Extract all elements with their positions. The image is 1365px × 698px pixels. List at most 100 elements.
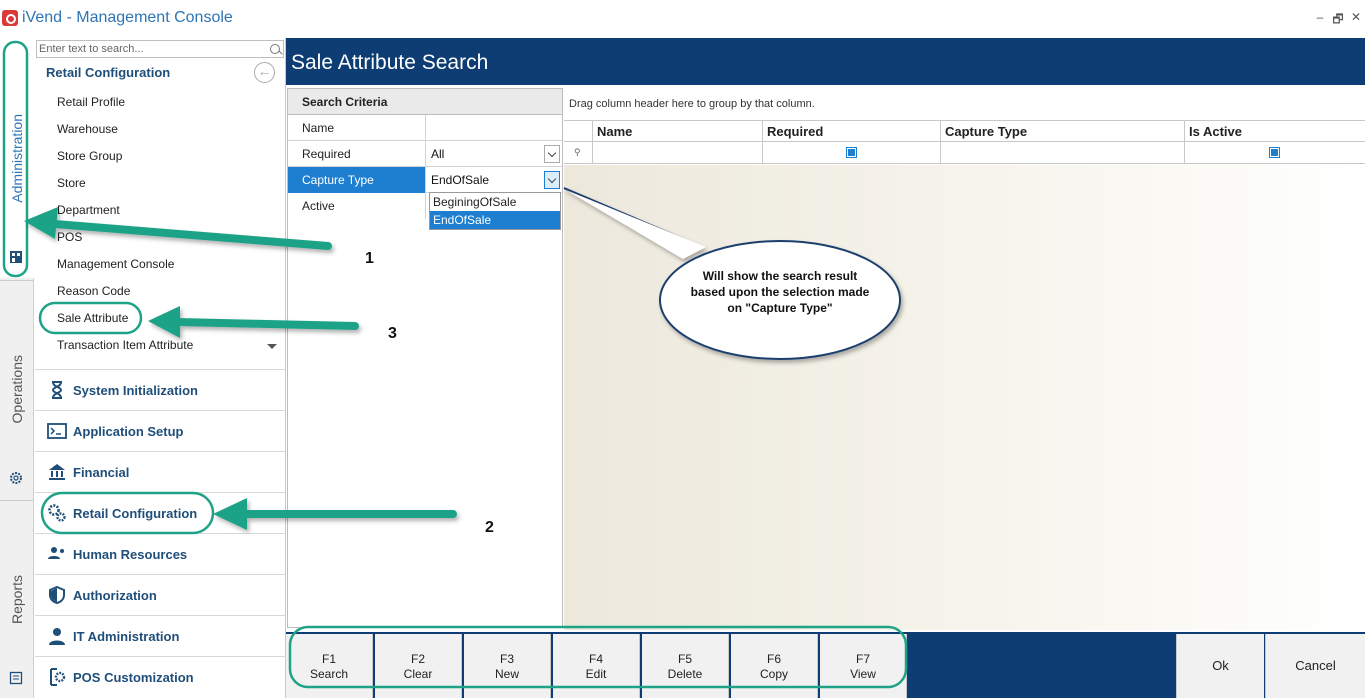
chevron-down-icon[interactable] <box>267 344 277 349</box>
function-key: F4 <box>588 652 603 666</box>
filter-cell-name[interactable] <box>592 142 762 163</box>
nav-group-title: Retail Configuration <box>46 65 171 80</box>
nav-section-label: Application Setup <box>73 423 184 439</box>
nav-search-box <box>36 40 284 58</box>
copy-button[interactable]: F6 Copy <box>731 634 818 698</box>
app-logo-icon <box>2 10 18 26</box>
grid-filter-row: ⚲ <box>564 142 1365 164</box>
filter-cell-capture-type[interactable] <box>940 142 1184 163</box>
close-icon[interactable]: ✕ <box>1349 10 1363 24</box>
dropdown-option-endofsale[interactable]: EndOfSale <box>430 211 560 229</box>
nav-section-system-initialization[interactable]: System Initialization <box>35 369 286 410</box>
column-header-is-active[interactable]: Is Active <box>1184 121 1365 142</box>
criteria-label: Required <box>288 141 426 167</box>
function-label: View <box>850 667 876 681</box>
edit-button[interactable]: F4 Edit <box>553 634 640 698</box>
page-header: Sale Attribute Search <box>286 38 1365 85</box>
nav-item-store[interactable]: Store <box>57 172 86 194</box>
step-number-1: 1 <box>365 250 374 267</box>
tab-operations-label: Operations <box>9 355 25 424</box>
people-icon <box>48 547 64 559</box>
column-header-capture-type[interactable]: Capture Type <box>940 121 1184 142</box>
nav-item-department[interactable]: Department <box>57 199 120 221</box>
nav-item-sale-attribute[interactable]: Sale Attribute <box>57 307 128 329</box>
nav-section-it-administration[interactable]: IT Administration <box>35 615 286 656</box>
column-header-label: Required <box>767 124 824 139</box>
view-button[interactable]: F7 View <box>820 634 907 698</box>
nav-item-store-group[interactable]: Store Group <box>57 145 122 167</box>
title-bar: iVend - Management Console – 🗗 ✕ <box>0 0 1365 38</box>
filter-cell-is-active[interactable] <box>1184 142 1365 163</box>
capture-type-dropdown-list: BeginingOfSale EndOfSale <box>429 192 561 230</box>
column-header-label: Capture Type <box>945 124 1028 139</box>
nav-section-label: POS Customization <box>73 669 194 685</box>
function-label: Copy <box>759 667 788 681</box>
function-label: New <box>494 667 519 681</box>
required-select[interactable]: All <box>427 141 562 167</box>
name-field[interactable] <box>427 115 562 141</box>
ok-button[interactable]: Ok <box>1176 634 1264 698</box>
criteria-label: Active <box>288 193 426 219</box>
nav-section-application-setup[interactable]: Application Setup <box>35 410 286 451</box>
new-button[interactable]: F3 New <box>464 634 551 698</box>
search-criteria-title: Search Criteria <box>288 89 562 115</box>
minimize-icon[interactable]: – <box>1313 10 1327 24</box>
nav-section-label: Human Resources <box>73 546 188 562</box>
capture-type-select-value: EndOfSale <box>431 173 490 187</box>
tab-operations[interactable]: Operations <box>0 280 34 498</box>
is-active-filter-checkbox[interactable] <box>1269 147 1280 158</box>
nav-section-retail-configuration[interactable]: Retail Configuration <box>35 492 286 533</box>
required-select-value: All <box>431 147 445 161</box>
delete-button[interactable]: F5 Delete <box>642 634 729 698</box>
nav-item-management-console[interactable]: Management Console <box>57 253 174 275</box>
navigation-panel: Retail Configuration ← Retail Profile Wa… <box>35 38 286 698</box>
capture-type-select[interactable]: EndOfSale <box>427 167 562 193</box>
terminal-icon <box>47 423 67 439</box>
nav-item-warehouse[interactable]: Warehouse <box>57 118 118 140</box>
clear-button[interactable]: F2 Clear <box>375 634 462 698</box>
nav-section-pos-customization[interactable]: POS Customization <box>35 656 286 697</box>
step-number-3: 3 <box>388 325 397 342</box>
admin-icon <box>10 251 22 263</box>
tab-reports[interactable]: Reports <box>0 500 34 698</box>
vertical-tab-strip: Administration Operations Reports <box>0 38 34 698</box>
back-arrow-icon[interactable]: ← <box>254 62 275 83</box>
restore-icon[interactable]: 🗗 <box>1331 10 1345 31</box>
search-icon[interactable] <box>270 44 280 54</box>
nav-section-authorization[interactable]: Authorization <box>35 574 286 615</box>
nav-section-human-resources[interactable]: Human Resources <box>35 533 286 574</box>
function-key: F1 <box>321 652 336 666</box>
nav-item-transaction-item-attribute[interactable]: Transaction Item Attribute <box>57 334 193 356</box>
cancel-button[interactable]: Cancel <box>1265 634 1365 698</box>
window-title: iVend - Management Console <box>22 9 233 26</box>
function-key: F7 <box>855 652 870 666</box>
tab-reports-label: Reports <box>9 574 25 625</box>
nav-section-label: Financial <box>73 464 130 480</box>
chevron-down-icon[interactable] <box>544 145 560 163</box>
function-label: Search <box>309 667 349 681</box>
column-header-name[interactable]: Name <box>592 121 762 142</box>
function-key: F5 <box>677 652 692 666</box>
gear-icon <box>10 472 22 484</box>
column-header-label: Is Active <box>1189 124 1242 139</box>
hourglass-icon <box>51 381 63 399</box>
chevron-down-icon[interactable] <box>544 171 560 189</box>
nav-item-pos[interactable]: POS <box>57 226 82 248</box>
required-filter-checkbox[interactable] <box>846 147 857 158</box>
criteria-row-name: Name <box>288 115 562 141</box>
column-header-required[interactable]: Required <box>762 121 940 142</box>
nav-section-label: IT Administration <box>73 628 180 644</box>
search-button[interactable]: F1 Search <box>286 634 373 698</box>
admin-user-icon <box>49 628 65 645</box>
nav-item-reason-code[interactable]: Reason Code <box>57 280 130 302</box>
nav-item-retail-profile[interactable]: Retail Profile <box>57 91 125 113</box>
nav-search-input[interactable] <box>37 41 265 57</box>
callout-text: Will show the search result based upon t… <box>690 269 870 315</box>
nav-section-financial[interactable]: Financial <box>35 451 286 492</box>
group-by-hint: Drag column header here to group by that… <box>569 98 815 110</box>
tab-administration[interactable]: Administration <box>0 38 34 278</box>
filter-cell-required[interactable] <box>762 142 940 163</box>
grid-body <box>564 165 1365 630</box>
dropdown-option-beginingofsale[interactable]: BeginingOfSale <box>430 193 560 211</box>
criteria-label: Capture Type <box>288 167 426 193</box>
